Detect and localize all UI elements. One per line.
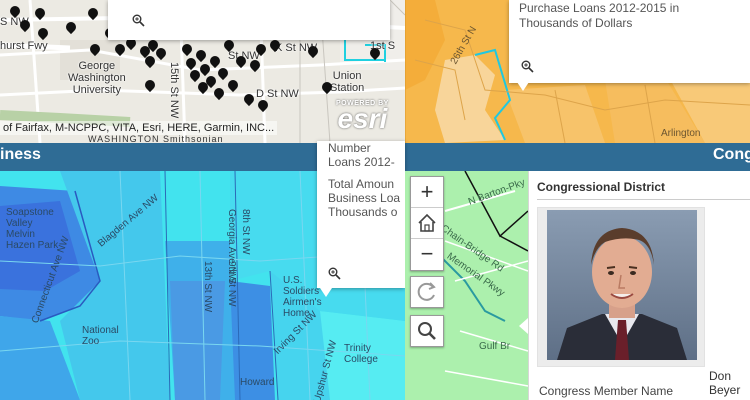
zoom-to-icon[interactable] — [521, 60, 534, 78]
location-pin[interactable] — [214, 88, 224, 101]
zoom-to-icon[interactable] — [132, 14, 145, 32]
map-label-gulf: Gulf Br — [479, 341, 511, 352]
popup-line: Thousands o — [328, 205, 398, 219]
congressional-district-panel: Congressional District Congress Member N… — [528, 171, 750, 400]
location-pin[interactable] — [244, 94, 254, 107]
location-pin[interactable] — [115, 44, 125, 57]
map-label-arlington: Arlington — [661, 128, 701, 139]
zoom-in-button[interactable]: + — [411, 177, 443, 208]
location-pin[interactable] — [38, 28, 48, 41]
map-label-8th-street: 8th St NW — [240, 209, 251, 255]
panel-title-right: Cong — [713, 146, 750, 163]
map-label-trinity: Trinity College — [344, 343, 378, 365]
popup-panel: Number Loans 2012- Total Amoun Business … — [317, 141, 405, 288]
member-last-name: Beyer — [709, 383, 741, 397]
popup-pointer — [320, 288, 332, 297]
map-label-melvin: Melvin Hazen Park — [6, 229, 59, 251]
location-pin[interactable] — [90, 44, 100, 57]
location-pin[interactable] — [228, 80, 238, 93]
popup-text: Purchase Loans 2012-2015 in Thousands of… — [519, 1, 680, 30]
popup-line — [328, 169, 405, 177]
home-icon — [418, 213, 436, 232]
popup-pointer — [517, 82, 529, 91]
map-label-university: George Washington University — [68, 60, 126, 96]
search-icon — [418, 322, 436, 340]
refresh-icon — [417, 282, 436, 301]
member-first-name: Don — [709, 369, 732, 383]
field-value-member: Don Beyer — [709, 369, 740, 397]
map-label-freeway: hurst Fwy — [0, 40, 48, 52]
location-pin[interactable] — [258, 100, 268, 113]
location-pin[interactable] — [270, 40, 280, 53]
popup-line: Total Amoun — [328, 177, 395, 191]
map-label-union-station: Union Station — [330, 70, 365, 94]
popup-pointer — [519, 318, 528, 334]
home-button[interactable] — [411, 208, 443, 239]
zoom-control: + − — [410, 176, 444, 271]
location-pin[interactable] — [322, 82, 332, 95]
location-pin[interactable] — [182, 44, 192, 57]
map-label-13th-street: 13th St NW — [202, 261, 213, 313]
location-pin[interactable] — [145, 56, 155, 69]
popup-line: Number — [328, 141, 371, 155]
field-label-member: Congress Member Name — [539, 384, 674, 398]
points-map[interactable]: S NW hurst Fwy George Washington Univers… — [0, 0, 405, 143]
map-attribution: of Fairfax, M-NCPPC, VITA, Esri, HERE, G… — [0, 121, 278, 135]
location-pin[interactable] — [308, 46, 318, 59]
location-pin[interactable] — [370, 48, 380, 61]
panel-title-left: iness — [0, 146, 41, 163]
zoom-out-button[interactable]: − — [411, 239, 443, 270]
location-pin[interactable] — [88, 8, 98, 21]
location-pin[interactable] — [236, 56, 246, 69]
photo-frame — [537, 207, 705, 367]
popup-line: Business Loa — [328, 191, 401, 205]
location-pin[interactable] — [250, 60, 260, 73]
location-pin[interactable] — [145, 80, 155, 93]
purchase-loans-map[interactable]: 26th St N Arlington Purchase Loans 2012-… — [405, 0, 750, 143]
location-pin[interactable] — [66, 22, 76, 35]
popup-panel — [108, 0, 390, 40]
map-label-washington: WASHINGTON Smithsonian — [88, 134, 224, 143]
dashboard: S NW hurst Fwy George Washington Univers… — [0, 0, 750, 400]
zoom-to-icon[interactable] — [328, 267, 341, 285]
popup-line: Loans 2012- — [328, 155, 395, 169]
location-pin[interactable] — [35, 8, 45, 21]
location-pin[interactable] — [218, 68, 228, 81]
esri-name: esri — [337, 103, 388, 134]
location-pin[interactable] — [10, 6, 20, 19]
map-label-soapstone: Soapstone Valley — [6, 207, 54, 229]
map-label-soldiers-home: U.S. Soldiers Airmen's Home — [283, 275, 322, 319]
refresh-button[interactable] — [410, 276, 444, 308]
member-photo — [547, 210, 697, 360]
esri-logo: POWERED BY esri — [336, 100, 389, 134]
location-pin[interactable] — [156, 48, 166, 61]
panel-section-title: Congressional District — [537, 180, 666, 194]
popup-panel: Purchase Loans 2012-2015 in Thousands of… — [509, 0, 750, 91]
map-label-st-2: D St NW — [256, 88, 299, 100]
location-pin[interactable] — [196, 50, 206, 63]
location-pin[interactable] — [20, 20, 30, 33]
map-label-9th-street: 9th St NW — [226, 261, 237, 307]
map-label-15th-street: 15th St NW — [168, 62, 180, 119]
location-pin[interactable] — [224, 40, 234, 53]
map-label-howard: Howard — [240, 377, 275, 388]
search-button[interactable] — [410, 315, 444, 347]
divider — [537, 199, 750, 200]
location-pin[interactable] — [256, 44, 266, 57]
map-label-zoo: National Zoo — [82, 325, 119, 347]
